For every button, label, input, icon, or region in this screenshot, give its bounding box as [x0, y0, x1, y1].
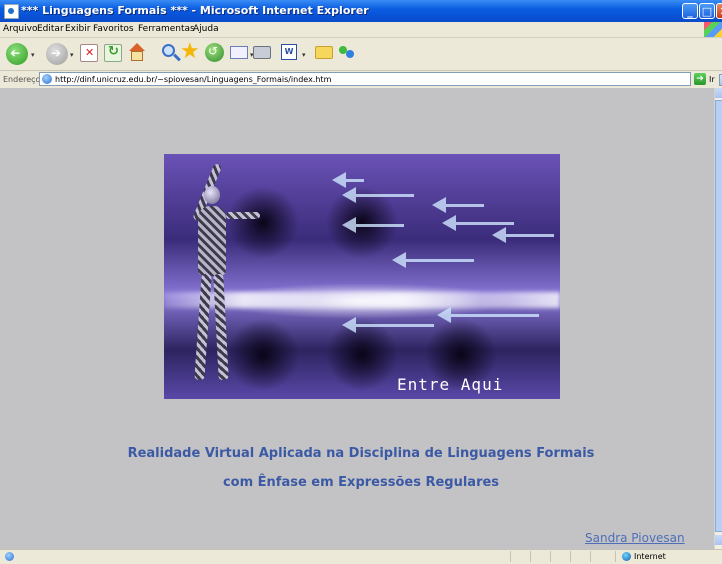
close-button[interactable]: ✕	[716, 3, 722, 19]
title-bar: *** Linguagens Formais *** - Microsoft I…	[0, 0, 722, 22]
menu-exibir[interactable]: Exibir	[65, 24, 90, 34]
enter-here-link[interactable]: Entre Aqui	[397, 375, 503, 394]
arrow-graphic-icon	[342, 317, 434, 333]
address-url[interactable]: http://dinf.unicruz.edu.br/~spiovesan/Li…	[55, 75, 331, 84]
arrow-graphic-icon	[442, 215, 514, 231]
ie-window-icon[interactable]	[4, 4, 19, 19]
arrow-graphic-icon	[492, 227, 554, 243]
vertical-scrollbar[interactable]	[714, 88, 722, 549]
refresh-icon[interactable]	[104, 44, 122, 62]
history-icon[interactable]	[205, 43, 224, 62]
forward-dropdown-icon[interactable]: ▾	[70, 51, 74, 59]
arrow-graphic-icon	[437, 307, 539, 323]
status-bar: Internet	[0, 549, 722, 564]
mail-icon[interactable]	[230, 46, 248, 59]
page-status-icon	[5, 552, 14, 561]
standard-toolbar: ▾ ▾ ★ ▾ W ▾	[0, 38, 722, 71]
virtual-human-figure	[178, 162, 260, 386]
author-link[interactable]: Sandra Piovesan	[585, 531, 685, 545]
home-icon[interactable]	[127, 43, 147, 63]
address-label: Endereço	[3, 75, 41, 84]
edit-dropdown-icon[interactable]: ▾	[302, 51, 306, 59]
maximize-button[interactable]: □	[699, 3, 715, 19]
menu-ajuda[interactable]: Ajuda	[193, 24, 219, 34]
print-icon[interactable]	[253, 46, 271, 59]
menu-ferramentas[interactable]: Ferramentas	[138, 24, 195, 34]
folder-icon[interactable]	[315, 46, 333, 59]
menu-favoritos[interactable]: Favoritos	[93, 24, 134, 34]
favorites-icon[interactable]: ★	[180, 41, 200, 63]
forward-icon[interactable]	[46, 43, 68, 65]
edit-word-icon[interactable]: W	[281, 44, 297, 60]
scroll-down-icon[interactable]	[715, 535, 722, 545]
status-divider	[590, 551, 591, 562]
scroll-thumb[interactable]	[715, 100, 722, 532]
search-icon[interactable]	[162, 44, 175, 57]
status-divider	[530, 551, 531, 562]
status-divider	[570, 551, 571, 562]
arrow-graphic-icon	[392, 252, 474, 268]
arrow-graphic-icon	[342, 187, 414, 203]
windows-logo-icon	[704, 22, 722, 37]
address-bar: Endereço http://dinf.unicruz.edu.br/~spi…	[0, 71, 722, 88]
arrow-graphic-icon	[342, 217, 404, 233]
minimize-button[interactable]: _	[682, 3, 698, 19]
status-divider	[615, 551, 616, 562]
messenger-icon[interactable]	[338, 44, 356, 62]
page-heading-line1: Realidade Virtual Aplicada na Disciplina…	[127, 446, 595, 461]
arrow-graphic-icon	[432, 197, 484, 213]
arrow-graphic-icon	[332, 172, 364, 188]
back-icon[interactable]	[6, 43, 28, 65]
internet-zone-icon	[622, 552, 631, 561]
status-divider	[550, 551, 551, 562]
stop-icon[interactable]	[80, 44, 98, 62]
window-title: *** Linguagens Formais *** - Microsoft I…	[21, 4, 369, 17]
menu-editar[interactable]: Editar	[37, 24, 64, 34]
menu-arquivo[interactable]: Arquivo	[3, 24, 37, 34]
menu-bar: Arquivo Editar Exibir Favoritos Ferramen…	[0, 22, 722, 38]
go-arrow-icon[interactable]: ➔	[694, 73, 706, 85]
security-zone-label: Internet	[634, 552, 666, 561]
status-divider	[510, 551, 511, 562]
enter-banner-image[interactable]: Entre Aqui	[164, 154, 560, 399]
scroll-up-icon[interactable]	[715, 88, 722, 98]
go-button[interactable]: Ir	[709, 75, 715, 84]
page-content: Entre Aqui Realidade Virtual Aplicada na…	[0, 88, 714, 549]
page-heading-line2: com Ênfase em Expressões Regulares	[222, 475, 500, 490]
page-favicon-icon	[42, 74, 52, 84]
back-dropdown-icon[interactable]: ▾	[31, 51, 35, 59]
address-input[interactable]: http://dinf.unicruz.edu.br/~spiovesan/Li…	[39, 72, 722, 86]
